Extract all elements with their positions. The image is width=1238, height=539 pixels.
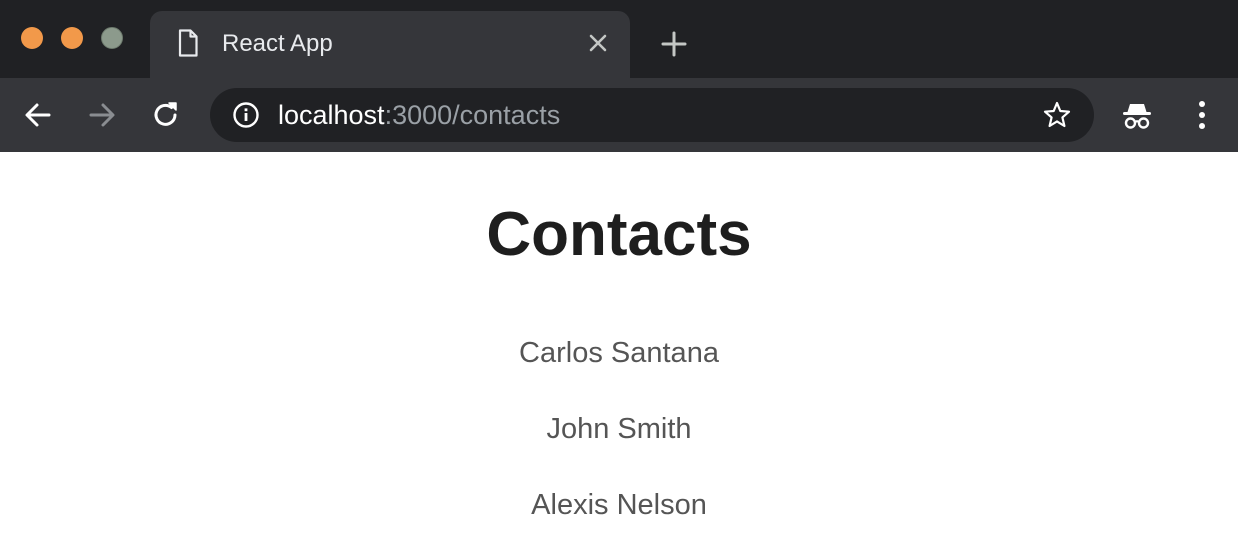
url-text: localhost:3000/contacts <box>278 100 560 130</box>
arrow-right-icon[interactable] <box>86 99 118 131</box>
browser-toolbar: localhost:3000/contacts <box>0 78 1238 152</box>
window-close-button[interactable] <box>21 27 43 49</box>
close-icon[interactable] <box>586 31 610 55</box>
window-zoom-button[interactable] <box>101 27 123 49</box>
contacts-list: Carlos Santana John Smith Alexis Nelson <box>0 334 1238 539</box>
address-bar[interactable]: localhost:3000/contacts <box>210 88 1094 142</box>
contact-item: John Smith <box>546 413 692 445</box>
url-host: localhost <box>278 100 385 130</box>
tab-strip: React App <box>0 0 1238 78</box>
kebab-menu-icon[interactable] <box>1188 98 1216 132</box>
new-tab-plus-icon[interactable] <box>660 30 688 58</box>
contact-item: Alexis Nelson <box>531 489 707 521</box>
contact-item: Carlos Santana <box>519 337 719 369</box>
star-icon[interactable] <box>1042 100 1072 130</box>
page-title: Contacts <box>486 200 752 269</box>
window-minimize-button[interactable] <box>61 27 83 49</box>
url-path: :3000/contacts <box>384 100 561 130</box>
tab-react-app[interactable]: React App <box>150 11 630 78</box>
document-icon <box>178 29 198 57</box>
arrow-left-icon[interactable] <box>22 99 54 131</box>
reload-icon[interactable] <box>150 99 182 131</box>
incognito-icon[interactable] <box>1120 98 1154 132</box>
browser-window: React App localhost:3000/contacts Contac… <box>0 0 1238 539</box>
tab-title: React App <box>222 30 333 57</box>
info-icon[interactable] <box>232 101 260 129</box>
page-content: Contacts Carlos Santana John Smith Alexi… <box>0 152 1238 539</box>
